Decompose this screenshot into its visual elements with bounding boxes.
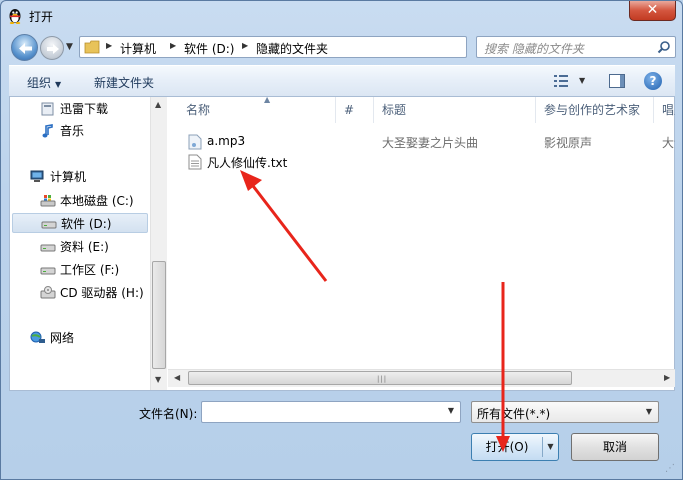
nav-pane-scrollbar[interactable]: ▲ ▼ — [150, 97, 167, 390]
chevron-down-icon[interactable]: ▼ — [448, 406, 454, 415]
grip-icon: ||| — [377, 375, 388, 383]
chevron-down-icon: ▼ — [55, 80, 62, 89]
nav-label: 网络 — [50, 331, 75, 345]
new-folder-button[interactable]: 新建文件夹 — [94, 74, 154, 91]
file-name: 凡人修仙传.txt — [207, 156, 288, 170]
column-header-number[interactable]: # — [336, 97, 374, 123]
nav-item-network[interactable]: 网络 — [12, 328, 148, 348]
close-icon: ✕ — [646, 2, 659, 18]
nav-item-drive-f[interactable]: 工作区 (F:) — [12, 260, 148, 280]
column-header-label: 名称 — [186, 103, 211, 117]
file-row-a-mp3[interactable]: a.mp3 大圣娶妻之片头曲 影视原声 大话 — [168, 132, 675, 152]
column-header-title[interactable]: 标题 — [374, 97, 536, 123]
breadcrumb-computer[interactable]: 计算机 — [120, 40, 156, 57]
download-folder-icon — [41, 102, 54, 116]
nav-label: 音乐 — [60, 124, 85, 138]
file-list-pane: 名称 ▲ # 标题 参与创作的艺术家 唱片 a.mp3 大圣娶妻之片头曲 影视原… — [168, 97, 675, 390]
search-placeholder: 搜索 隐藏的文件夹 — [484, 42, 584, 56]
qq-penguin-icon — [9, 9, 21, 24]
nav-label: 软件 (D:) — [61, 217, 112, 231]
nav-item-drive-e[interactable]: 资料 (E:) — [12, 237, 148, 257]
scrollbar-thumb[interactable]: ||| — [188, 371, 572, 385]
chevron-right-icon[interactable]: ▶ — [106, 41, 112, 50]
nav-label: 资料 (E:) — [60, 240, 109, 254]
breadcrumb-hidden-folder[interactable]: 隐藏的文件夹 — [256, 40, 328, 57]
nav-label: 工作区 (F:) — [60, 263, 120, 277]
scrollbar-thumb[interactable] — [152, 261, 166, 369]
window-title: 打开 — [29, 10, 54, 24]
music-icon — [42, 124, 53, 138]
recent-pages-dropdown[interactable]: ▼ — [66, 42, 73, 52]
scroll-up-icon[interactable]: ▲ — [155, 100, 161, 109]
scroll-left-icon[interactable]: ◀ — [174, 373, 180, 382]
title-bar: 打开 ✕ — [1, 1, 682, 31]
scroll-right-icon[interactable]: ▶ — [664, 373, 670, 382]
close-button[interactable]: ✕ — [629, 1, 676, 21]
nav-label: 计算机 — [50, 170, 87, 184]
breadcrumb-drive-d[interactable]: 软件 (D:) — [184, 40, 234, 57]
column-header-album[interactable]: 唱片 — [654, 97, 675, 123]
nav-label: 本地磁盘 (C:) — [60, 194, 134, 208]
cancel-button[interactable]: 取消 — [571, 433, 659, 461]
system-drive-icon — [40, 195, 56, 207]
open-options-dropdown[interactable]: ▼ — [542, 437, 558, 457]
view-options-icon[interactable] — [554, 75, 568, 87]
file-title: 大圣娶妻之片头曲 — [382, 136, 479, 150]
search-box[interactable]: 搜索 隐藏的文件夹 — [476, 36, 676, 58]
audio-file-icon — [188, 134, 202, 150]
preview-pane-icon[interactable] — [609, 74, 625, 88]
file-list-h-scrollbar[interactable]: ◀ ||| ▶ — [168, 369, 675, 387]
open-file-dialog: 打开 ✕ ▼ ▶ 计算机 ▶ 软件 (D:) ▶ 隐藏的文件夹 ▼ ⇆ 搜索 隐… — [0, 0, 683, 480]
filename-input[interactable] — [206, 403, 436, 421]
open-button-label: 打开(O) — [485, 440, 529, 454]
drive-icon — [41, 221, 57, 229]
arrow-right-icon — [47, 44, 59, 54]
nav-item-cd-drive-h[interactable]: CD 驱动器 (H:) — [12, 283, 148, 303]
search-icon[interactable] — [657, 40, 671, 54]
filename-combobox[interactable]: ▼ — [201, 401, 461, 423]
navigation-pane: 迅雷下载 音乐 计算机 本地磁盘 (C:) 软件 (D:) 资料 (E:) 工作… — [10, 97, 150, 390]
filename-label: 文件名(N): — [139, 407, 198, 421]
file-type-value: 所有文件(*.*) — [477, 407, 551, 421]
computer-icon — [30, 170, 44, 182]
nav-label: CD 驱动器 (H:) — [60, 286, 144, 300]
drive-icon — [40, 244, 56, 252]
nav-item-xunlei-download[interactable]: 迅雷下载 — [12, 99, 148, 119]
organize-button[interactable]: 组织 ▼ — [27, 74, 61, 91]
nav-item-music[interactable]: 音乐 — [12, 121, 148, 141]
column-header-name[interactable]: 名称 ▲ — [178, 97, 336, 123]
file-artist: 影视原声 — [544, 136, 593, 150]
nav-label: 迅雷下载 — [60, 102, 109, 116]
browser-panes: 迅雷下载 音乐 计算机 本地磁盘 (C:) 软件 (D:) 资料 (E:) 工作… — [9, 97, 675, 391]
nav-item-drive-d[interactable]: 软件 (D:) — [12, 213, 148, 233]
open-button[interactable]: 打开(O) ▼ — [471, 433, 559, 461]
forward-button[interactable] — [40, 36, 64, 60]
organize-label: 组织 — [27, 76, 52, 90]
cd-drive-icon — [40, 286, 56, 299]
address-bar[interactable]: ▶ 计算机 ▶ 软件 (D:) ▶ 隐藏的文件夹 ▼ ⇆ — [79, 36, 540, 58]
sort-ascending-icon: ▲ — [264, 97, 271, 104]
file-album: 大话 — [662, 136, 675, 150]
command-bar: 组织 ▼ 新建文件夹 ▼ ? — [9, 65, 675, 97]
back-button[interactable] — [11, 34, 38, 61]
file-type-filter[interactable]: 所有文件(*.*) ▼ — [471, 401, 659, 423]
nav-item-computer[interactable]: 计算机 — [12, 167, 148, 187]
network-icon — [30, 331, 45, 343]
file-name: a.mp3 — [207, 134, 246, 148]
drive-icon — [40, 267, 56, 275]
nav-item-local-disk-c[interactable]: 本地磁盘 (C:) — [12, 191, 148, 211]
chevron-right-icon[interactable]: ▶ — [242, 41, 248, 50]
text-file-icon — [188, 154, 202, 170]
folder-icon — [84, 40, 100, 54]
chevron-down-icon: ▼ — [645, 407, 652, 416]
view-dropdown[interactable]: ▼ — [579, 76, 585, 85]
chevron-right-icon[interactable]: ▶ — [170, 41, 176, 50]
resize-grip-icon[interactable]: ⋰ — [665, 463, 675, 474]
file-row-fanren-xiuxian-txt[interactable]: 凡人修仙传.txt — [168, 152, 675, 172]
column-header-artist[interactable]: 参与创作的艺术家 — [536, 97, 654, 123]
help-icon[interactable]: ? — [644, 72, 662, 90]
arrow-left-icon — [19, 43, 32, 54]
scroll-down-icon[interactable]: ▼ — [155, 375, 161, 384]
